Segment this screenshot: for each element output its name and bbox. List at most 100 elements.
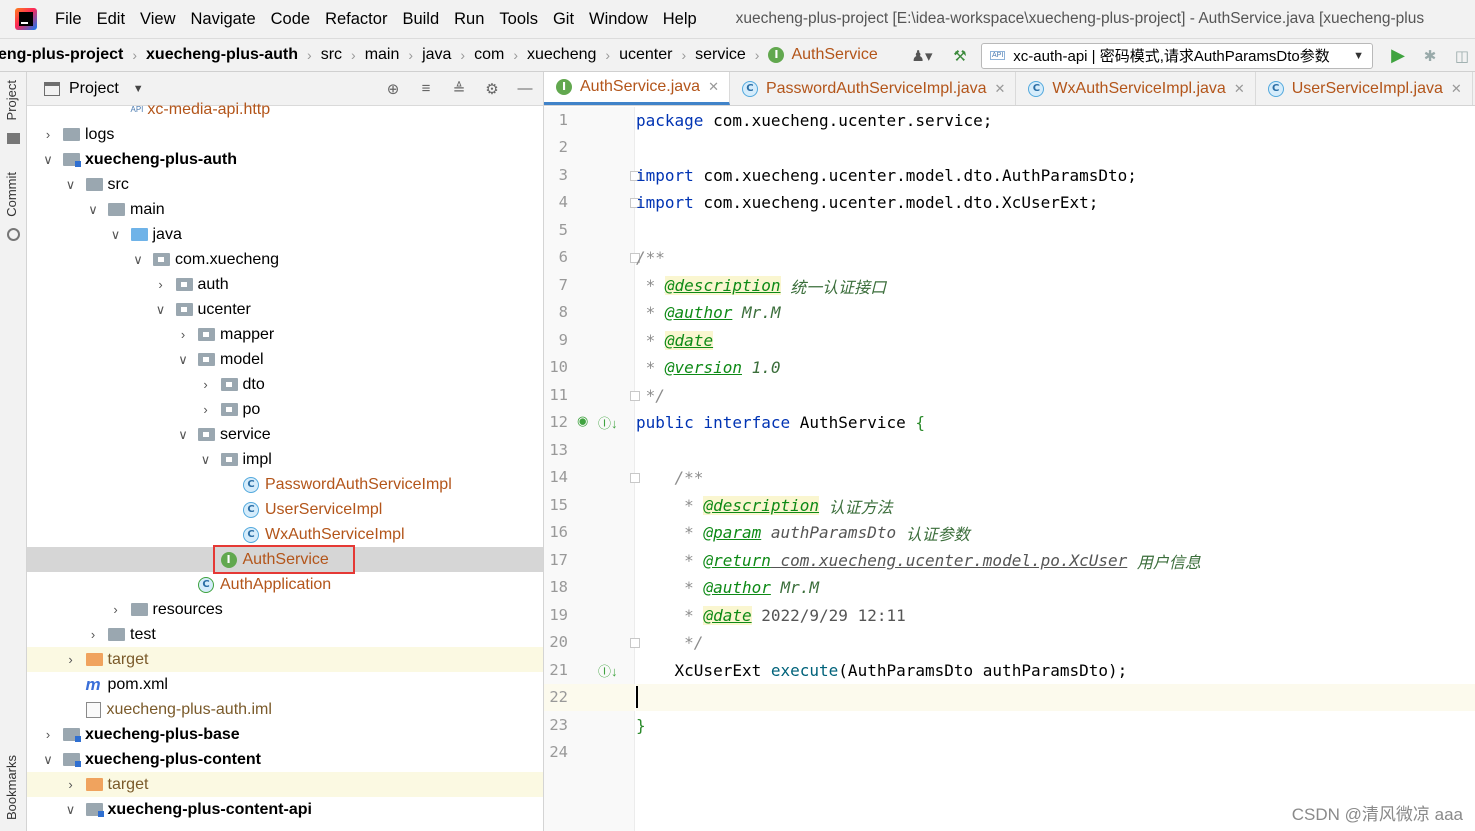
tool-window-project-tab[interactable]: Project — [4, 80, 19, 120]
locate-file-icon[interactable]: ⊕ — [383, 80, 403, 98]
line-number[interactable]: 18 — [544, 578, 568, 596]
line-number[interactable]: 3 — [544, 166, 568, 184]
line-number[interactable]: 15 — [544, 496, 568, 514]
tree-item[interactable]: › resources — [27, 597, 543, 622]
tree-item[interactable]: › target — [27, 772, 543, 797]
line-number[interactable]: 9 — [544, 331, 568, 349]
editor-gutter[interactable]: 1 2 3 4 5 6 7 8 9 10 11 12 13 14 15 16 17 18 19 20 21 22 23 24 ◉… — [544, 107, 640, 831]
close-icon[interactable]: ✕ — [708, 79, 719, 95]
tab-wxauthserviceimpl[interactable]: C WxAuthServiceImpl.java ✕ — [1016, 72, 1256, 105]
tree-item[interactable]: C AuthApplication — [27, 572, 543, 597]
tree-item[interactable]: ∨ src — [27, 172, 543, 197]
tree-item[interactable]: › po — [27, 397, 543, 422]
line-number[interactable]: 19 — [544, 606, 568, 624]
chevron-right-icon[interactable]: › — [199, 377, 213, 392]
profile-icon[interactable]: ◫ — [1451, 45, 1473, 67]
chevron-down-icon[interactable]: ∨ — [41, 752, 55, 768]
tab-userserviceimpl[interactable]: C UserServiceImpl.java ✕ — [1256, 72, 1473, 105]
chevron-right-icon[interactable]: › — [64, 652, 78, 667]
line-number[interactable]: 24 — [544, 743, 568, 761]
collapse-all-icon[interactable]: ≜ — [449, 80, 469, 98]
crumb-com[interactable]: com — [474, 46, 504, 64]
tree-item[interactable]: › dto — [27, 372, 543, 397]
tree-item[interactable]: › logs — [27, 122, 543, 147]
line-number[interactable]: 16 — [544, 523, 568, 541]
menu-view[interactable]: View — [140, 10, 175, 29]
line-number[interactable]: 1 — [544, 111, 568, 129]
line-number[interactable]: 20 — [544, 633, 568, 651]
chevron-down-icon[interactable]: ∨ — [109, 227, 123, 243]
chevron-right-icon[interactable]: › — [154, 277, 168, 292]
chevron-down-icon[interactable]: ∨ — [154, 302, 168, 318]
chevron-down-icon[interactable]: ∨ — [176, 427, 190, 443]
tab-passwordauthserviceimpl[interactable]: C PasswordAuthServiceImpl.java ✕ — [730, 72, 1017, 105]
menu-refactor[interactable]: Refactor — [325, 10, 387, 29]
chevron-down-icon[interactable]: ∨ — [41, 152, 55, 168]
line-number[interactable]: 23 — [544, 716, 568, 734]
crumb-module[interactable]: xuecheng-plus-auth — [146, 46, 298, 64]
menu-code[interactable]: Code — [271, 10, 310, 29]
chevron-right-icon[interactable]: › — [199, 402, 213, 417]
code-area[interactable]: package com.xuecheng.ucenter.service; im… — [636, 107, 1475, 831]
tree-item[interactable]: ∨ xuecheng-plus-content-api — [27, 797, 543, 822]
tree-item[interactable]: ∨ com.xuecheng — [27, 247, 543, 272]
line-number[interactable]: 6 — [544, 248, 568, 266]
tool-window-bookmarks-tab[interactable]: Bookmarks — [4, 755, 19, 820]
line-number[interactable]: 22 — [544, 688, 568, 706]
gear-icon[interactable]: ⚙ — [482, 80, 502, 98]
tree-item[interactable]: › xuecheng-plus-base — [27, 722, 543, 747]
tree-item[interactable]: C PasswordAuthServiceImpl — [27, 472, 543, 497]
menu-tools[interactable]: Tools — [499, 10, 538, 29]
tree-item[interactable]: ∨ service — [27, 422, 543, 447]
tree-item[interactable]: C UserServiceImpl — [27, 497, 543, 522]
line-number[interactable]: 21 — [544, 661, 568, 679]
menu-help[interactable]: Help — [663, 10, 697, 29]
tree-item[interactable]: ∨ java — [27, 222, 543, 247]
chevron-down-icon[interactable]: ∨ — [64, 177, 78, 193]
tree-item[interactable]: API xc-media-api.http — [27, 97, 543, 122]
javadoc-link[interactable]: com.xuecheng.ucenter.model.po.XcUser — [771, 551, 1128, 570]
tree-item[interactable]: › auth — [27, 272, 543, 297]
hide-panel-icon[interactable]: — — [515, 80, 535, 97]
menu-navigate[interactable]: Navigate — [191, 10, 256, 29]
chevron-down-icon[interactable]: ∨ — [199, 452, 213, 468]
run-icon[interactable]: ▶ — [1387, 45, 1409, 67]
line-number[interactable]: 7 — [544, 276, 568, 294]
chevron-right-icon[interactable]: › — [86, 627, 100, 642]
chevron-right-icon[interactable]: › — [109, 602, 123, 617]
chevron-down-icon[interactable]: ∨ — [176, 352, 190, 368]
menu-edit[interactable]: Edit — [97, 10, 125, 29]
line-number[interactable]: 13 — [544, 441, 568, 459]
close-icon[interactable]: ✕ — [995, 81, 1006, 97]
crumb-authservice[interactable]: AuthService — [791, 46, 877, 64]
line-number[interactable]: 4 — [544, 193, 568, 211]
crumb-xuecheng[interactable]: xuecheng — [527, 46, 596, 64]
line-number[interactable]: 14 — [544, 468, 568, 486]
project-panel-title[interactable]: Project — [69, 80, 119, 98]
chevron-down-icon[interactable]: ▼ — [133, 83, 144, 95]
implemented-down-icon[interactable]: Ⓘ↓ — [598, 413, 618, 432]
tree-item[interactable]: xuecheng-plus-auth.iml — [27, 697, 543, 722]
crumb-service[interactable]: service — [695, 46, 746, 64]
line-number[interactable]: 8 — [544, 303, 568, 321]
close-icon[interactable]: ✕ — [1451, 81, 1462, 97]
menu-build[interactable]: Build — [402, 10, 439, 29]
menu-git[interactable]: Git — [553, 10, 574, 29]
tree-item[interactable]: ∨ xuecheng-plus-content — [27, 747, 543, 772]
line-number[interactable]: 10 — [544, 358, 568, 376]
run-configuration-select[interactable]: API xc-auth-api | 密码模式,请求AuthParamsDto参数… — [981, 42, 1373, 69]
tree-item[interactable]: ∨ ucenter — [27, 297, 543, 322]
crumb-ucenter[interactable]: ucenter — [619, 46, 672, 64]
tab-authservice[interactable]: I AuthService.java ✕ — [544, 72, 730, 105]
build-hammer-icon[interactable]: ⚒ — [949, 45, 971, 67]
line-number[interactable]: 5 — [544, 221, 568, 239]
chevron-down-icon[interactable]: ∨ — [131, 252, 145, 268]
crumb-project[interactable]: eng-plus-project — [0, 46, 123, 64]
menu-run[interactable]: Run — [454, 10, 484, 29]
crumb-src[interactable]: src — [321, 46, 342, 64]
line-number[interactable]: 2 — [544, 138, 568, 156]
implemented-down-icon[interactable]: Ⓘ↓ — [598, 661, 618, 680]
tree-item[interactable]: › test — [27, 622, 543, 647]
expand-all-icon[interactable]: ≡ — [416, 80, 436, 97]
tree-item[interactable]: ∨ xuecheng-plus-auth — [27, 147, 543, 172]
